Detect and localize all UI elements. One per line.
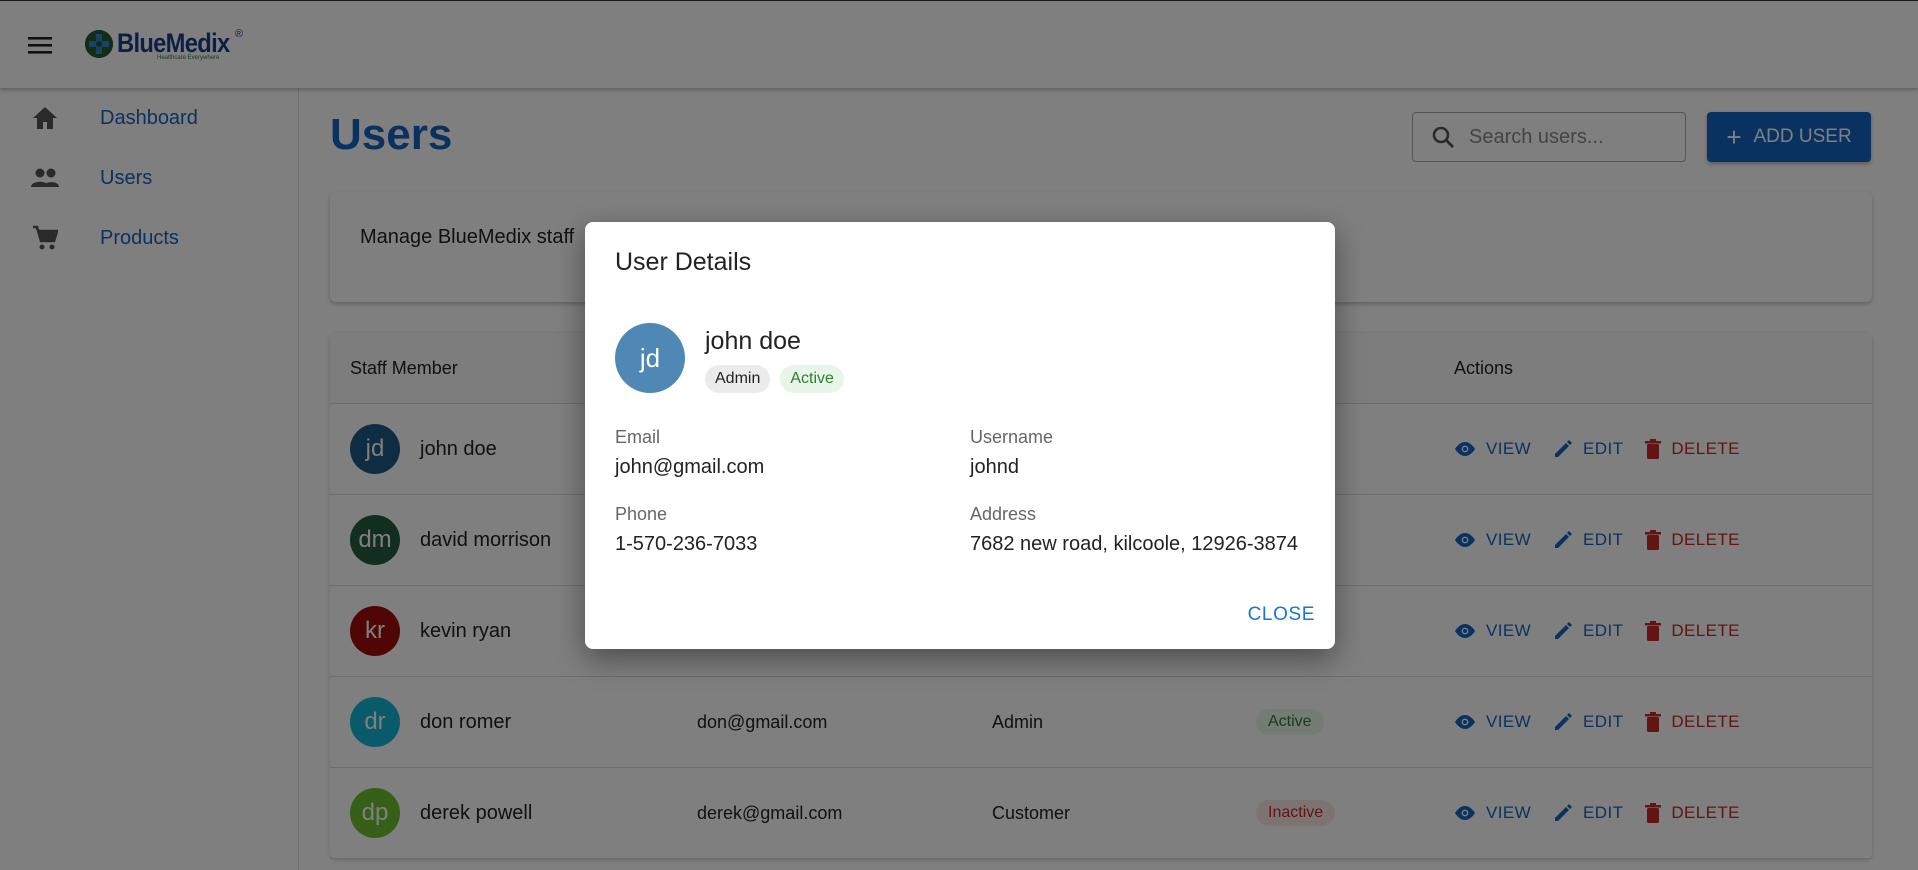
close-button[interactable]: CLOSE	[1248, 604, 1315, 626]
user-name: john doe	[705, 327, 801, 355]
dialog-title: User Details	[615, 248, 752, 276]
user-details-dialog: User Details jd john doe Admin Active Em…	[585, 222, 1335, 649]
status-chip: Active	[780, 365, 844, 393]
avatar: jd	[615, 323, 685, 393]
username-value: johnd	[970, 456, 1019, 478]
phone-value: 1-570-236-7033	[615, 533, 758, 555]
address-value: 7682 new road, kilcoole, 12926-3874	[970, 533, 1299, 555]
phone-label: Phone	[615, 504, 668, 524]
email-value: john@gmail.com	[615, 456, 765, 478]
role-chip: Admin	[705, 365, 771, 393]
username-label: Username	[970, 427, 1054, 447]
email-label: Email	[615, 427, 661, 447]
address-label: Address	[970, 504, 1037, 524]
